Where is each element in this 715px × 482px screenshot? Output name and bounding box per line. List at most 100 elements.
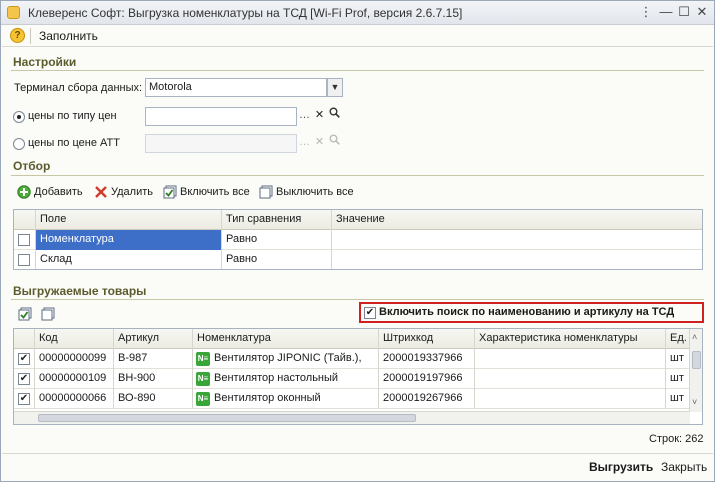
filter-section-title: Отбор: [13, 159, 51, 173]
scroll-down-icon[interactable]: ˅: [692, 397, 697, 407]
goods-row-unit: шт: [670, 372, 684, 384]
goods-row-barcode: 2000019267966: [379, 389, 475, 409]
search-checkbox-label[interactable]: Включить поиск по наименованию и артикул…: [379, 306, 674, 318]
goods-divider: [11, 299, 704, 300]
goods-row-article: ВО-890: [114, 389, 193, 409]
help-icon[interactable]: ?: [10, 28, 25, 43]
filter-row-value[interactable]: [332, 250, 702, 269]
filter-row-checkbox[interactable]: [18, 234, 30, 246]
price-att-radio[interactable]: [13, 138, 25, 150]
goods-horizontal-scrollbar[interactable]: [14, 411, 690, 424]
goods-row-checkbox[interactable]: ✔: [18, 353, 30, 365]
chevron-down-icon[interactable]: ▼: [327, 78, 343, 97]
filter-row[interactable]: Номенклатура Равно: [14, 230, 702, 250]
scroll-thumb[interactable]: [38, 414, 416, 422]
export-button[interactable]: Выгрузить: [589, 460, 653, 474]
add-button[interactable]: Добавить: [34, 186, 83, 198]
toolbar-separator: [30, 28, 31, 44]
filter-table-header: Поле Тип сравнения Значение: [14, 210, 702, 230]
main-toolbar: ? Заполнить: [2, 25, 713, 47]
goods-col-check: [14, 329, 35, 349]
terminal-select[interactable]: Motorola: [145, 78, 327, 97]
settings-divider: [11, 70, 704, 71]
price-att-field[interactable]: [145, 134, 297, 153]
goods-row-checkbox[interactable]: ✔: [18, 373, 30, 385]
goods-row-unit: шт: [670, 392, 684, 404]
goods-row-check-cell: ✔: [14, 349, 35, 369]
search-checkbox[interactable]: ✔: [364, 307, 376, 319]
maximize-icon[interactable]: ☐: [675, 4, 693, 20]
uncheck-all-icon[interactable]: [41, 307, 55, 321]
filter-row-field[interactable]: Номенклатура: [36, 230, 222, 250]
fill-button[interactable]: Заполнить: [39, 29, 98, 43]
window-title: Клеверенс Софт: Выгрузка номенклатуры на…: [28, 6, 463, 20]
price-type-label: цены по типу цен: [28, 110, 117, 122]
goods-row-check-cell: ✔: [14, 389, 35, 409]
nomenclature-icon: N≡: [196, 372, 210, 386]
scroll-up-icon[interactable]: ˄: [692, 332, 697, 342]
goods-row-characteristic: [475, 369, 666, 389]
price-type-field[interactable]: [145, 107, 297, 126]
scroll-thumb[interactable]: [692, 351, 701, 369]
goods-row-nomenclature: Вентилятор настольный: [214, 372, 339, 384]
clear-icon[interactable]: ✕: [312, 107, 327, 126]
filter-row-field[interactable]: Склад: [36, 250, 222, 269]
goods-table: Код Артикул Номенклатура Штрихкод Характ…: [13, 328, 703, 425]
filter-divider: [11, 175, 704, 176]
nomenclature-icon: N≡: [196, 352, 210, 366]
close-icon[interactable]: ✕: [693, 4, 711, 20]
goods-row-unit: шт: [670, 352, 684, 364]
goods-row-nomenclature-cell: N≡ Вентилятор JIPONIC (Тайв.),: [193, 349, 379, 369]
title-bar: Клеверенс Софт: Выгрузка номенклатуры на…: [1, 1, 714, 25]
goods-vertical-scrollbar[interactable]: ˄ ˅: [689, 329, 702, 412]
filter-row-checkbox[interactable]: [18, 254, 30, 266]
search-checkbox-highlight: ✔ Включить поиск по наименованию и артик…: [359, 302, 704, 323]
goods-table-header: Код Артикул Номенклатура Штрихкод Характ…: [14, 329, 690, 349]
goods-row[interactable]: ✔ 00000000066 ВО-890 N≡ Вентилятор оконн…: [14, 389, 690, 409]
export-window: Клеверенс Софт: Выгрузка номенклатуры на…: [0, 0, 715, 482]
uncheck-all-icon: [259, 185, 273, 199]
filter-row-comparison[interactable]: Равно: [222, 230, 332, 250]
filter-table: Поле Тип сравнения Значение Номенклатура…: [13, 209, 703, 270]
goods-row-code: 00000000066: [35, 389, 114, 409]
goods-col-barcode[interactable]: Штрихкод: [379, 329, 475, 349]
goods-col-article[interactable]: Артикул: [114, 329, 193, 349]
add-icon: [17, 185, 31, 199]
window-menu-icon[interactable]: ⋮: [637, 4, 655, 20]
filter-col-comparison[interactable]: Тип сравнения: [222, 210, 332, 230]
price-type-radio[interactable]: [13, 111, 25, 123]
filter-col-field[interactable]: Поле: [36, 210, 222, 230]
filter-row-check-cell: [14, 230, 36, 250]
settings-section-title: Настройки: [13, 55, 77, 69]
goods-row-checkbox[interactable]: ✔: [18, 393, 30, 405]
select-ellipsis-icon[interactable]: …: [297, 107, 312, 126]
goods-col-unit[interactable]: Ед.: [666, 329, 690, 349]
filter-row-comparison[interactable]: Равно: [222, 250, 332, 269]
goods-row-article: ВН-900: [114, 369, 193, 389]
goods-row-barcode: 2000019337966: [379, 349, 475, 369]
filter-row-check-cell: [14, 250, 36, 269]
check-all-icon[interactable]: [18, 307, 32, 321]
close-button[interactable]: Закрыть: [661, 460, 707, 474]
nomenclature-icon: N≡: [196, 392, 210, 406]
goods-row-check-cell: ✔: [14, 369, 35, 389]
price-att-label: цены по цене АТТ: [28, 137, 120, 149]
check-all-icon: [163, 185, 177, 199]
filter-row-value[interactable]: [332, 230, 702, 250]
enable-all-button[interactable]: Включить все: [180, 186, 250, 198]
goods-row[interactable]: ✔ 00000000099 В-987 N≡ Вентилятор JIPONI…: [14, 349, 690, 369]
goods-row-nomenclature-cell: N≡ Вентилятор оконный: [193, 389, 379, 409]
goods-row-nomenclature-cell: N≡ Вентилятор настольный: [193, 369, 379, 389]
goods-section-title: Выгружаемые товары: [13, 284, 147, 298]
filter-col-value[interactable]: Значение: [332, 210, 702, 230]
filter-row[interactable]: Склад Равно: [14, 250, 702, 269]
delete-button[interactable]: Удалить: [111, 186, 153, 198]
goods-row[interactable]: ✔ 00000000109 ВН-900 N≡ Вентилятор насто…: [14, 369, 690, 389]
goods-col-nomenclature[interactable]: Номенклатура: [193, 329, 379, 349]
disable-all-button[interactable]: Выключить все: [276, 186, 354, 198]
minimize-icon[interactable]: —: [657, 4, 675, 20]
goods-col-code[interactable]: Код: [35, 329, 114, 349]
search-icon[interactable]: [327, 107, 342, 126]
goods-row-barcode: 2000019197966: [379, 369, 475, 389]
goods-col-characteristic[interactable]: Характеристика номенклатуры: [475, 329, 666, 349]
